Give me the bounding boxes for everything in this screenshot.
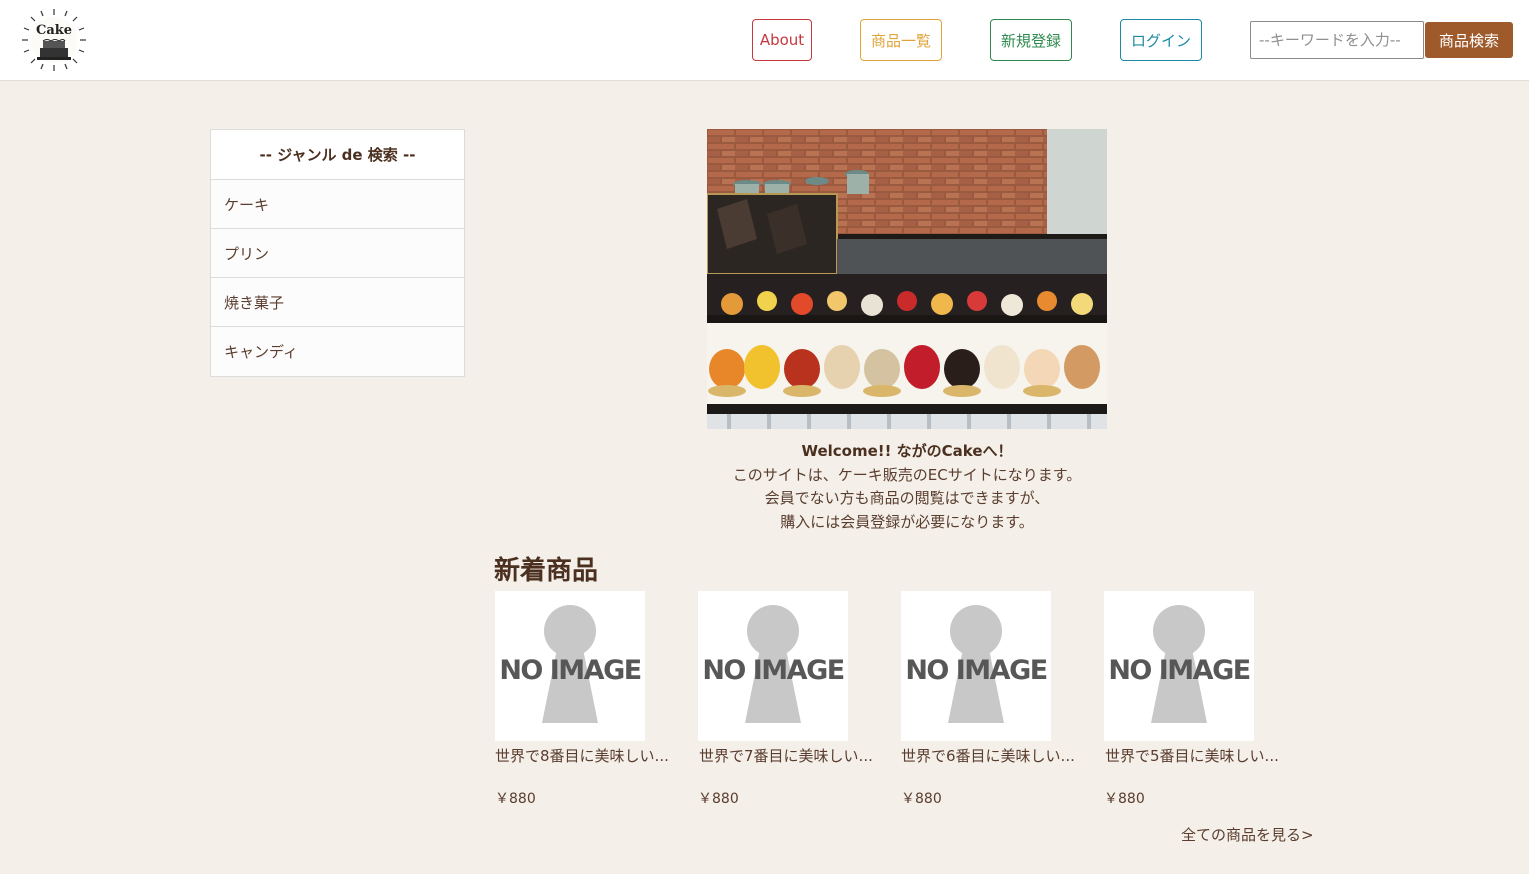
welcome-heading: Welcome!! ながのCakeへ！ bbox=[801, 442, 1013, 460]
product-card[interactable]: NO IMAGE 世界で5番目に美味しい... ￥880 bbox=[1104, 591, 1294, 808]
product-name[interactable]: 世界で7番目に美味しい... bbox=[698, 745, 888, 766]
product-price: ￥880 bbox=[901, 791, 942, 807]
genre-item-baked-goods[interactable]: 焼き菓子 bbox=[211, 278, 464, 327]
new-products-title: 新着商品 bbox=[494, 556, 599, 586]
product-name[interactable]: 世界で5番目に美味しい... bbox=[1104, 745, 1294, 766]
no-image-placeholder[interactable]: NO IMAGE bbox=[1104, 591, 1254, 741]
genre-search-panel: -- ジャンル de 検索 -- ケーキ プリン 焼き菓子 キャンディ bbox=[210, 129, 465, 377]
keyword-search-input[interactable] bbox=[1250, 21, 1424, 59]
register-button[interactable]: 新規登録 bbox=[990, 19, 1072, 61]
genre-search-title: -- ジャンル de 検索 -- bbox=[211, 130, 464, 180]
svg-text:NO IMAGE: NO IMAGE bbox=[1108, 655, 1249, 686]
svg-text:Cake: Cake bbox=[36, 23, 72, 38]
genre-item-candy[interactable]: キャンディ bbox=[211, 327, 464, 376]
header: Cake About 商品一覧 新規登録 ログイン 商品検索 bbox=[0, 0, 1529, 81]
product-price: ￥880 bbox=[1104, 791, 1145, 807]
cake-logo[interactable]: Cake bbox=[21, 8, 87, 72]
svg-text:NO IMAGE: NO IMAGE bbox=[702, 655, 843, 686]
product-card[interactable]: NO IMAGE 世界で6番目に美味しい... ￥880 bbox=[901, 591, 1091, 808]
welcome-message: Welcome!! ながのCakeへ！ このサイトは、ケーキ販売のECサイトにな… bbox=[620, 440, 1194, 534]
shop-showcase-image bbox=[707, 129, 1107, 429]
no-image-placeholder[interactable]: NO IMAGE bbox=[901, 591, 1051, 741]
genre-item-pudding[interactable]: プリン bbox=[211, 229, 464, 278]
about-button[interactable]: About bbox=[752, 19, 812, 61]
view-all-products-link[interactable]: 全ての商品を見る> bbox=[1181, 824, 1314, 845]
svg-text:NO IMAGE: NO IMAGE bbox=[499, 655, 640, 686]
welcome-line: 購入には会員登録が必要になります。 bbox=[780, 512, 1034, 531]
welcome-line: このサイトは、ケーキ販売のECサイトになります。 bbox=[732, 465, 1082, 484]
no-image-placeholder[interactable]: NO IMAGE bbox=[698, 591, 848, 741]
product-name[interactable]: 世界で6番目に美味しい... bbox=[901, 745, 1091, 766]
genre-item-cake[interactable]: ケーキ bbox=[211, 180, 464, 229]
no-image-placeholder[interactable]: NO IMAGE bbox=[495, 591, 645, 741]
product-card[interactable]: NO IMAGE 世界で7番目に美味しい... ￥880 bbox=[698, 591, 888, 808]
product-price: ￥880 bbox=[698, 791, 739, 807]
product-card[interactable]: NO IMAGE 世界で8番目に美味しい... ￥880 bbox=[495, 591, 685, 808]
welcome-line: 会員でない方も商品の閲覧はできますが、 bbox=[764, 489, 1050, 507]
product-search-button[interactable]: 商品検索 bbox=[1425, 22, 1513, 58]
product-name[interactable]: 世界で8番目に美味しい... bbox=[495, 745, 685, 766]
product-price: ￥880 bbox=[495, 791, 536, 807]
product-list-button[interactable]: 商品一覧 bbox=[860, 19, 942, 61]
login-button[interactable]: ログイン bbox=[1120, 19, 1202, 61]
svg-text:NO IMAGE: NO IMAGE bbox=[905, 655, 1046, 686]
